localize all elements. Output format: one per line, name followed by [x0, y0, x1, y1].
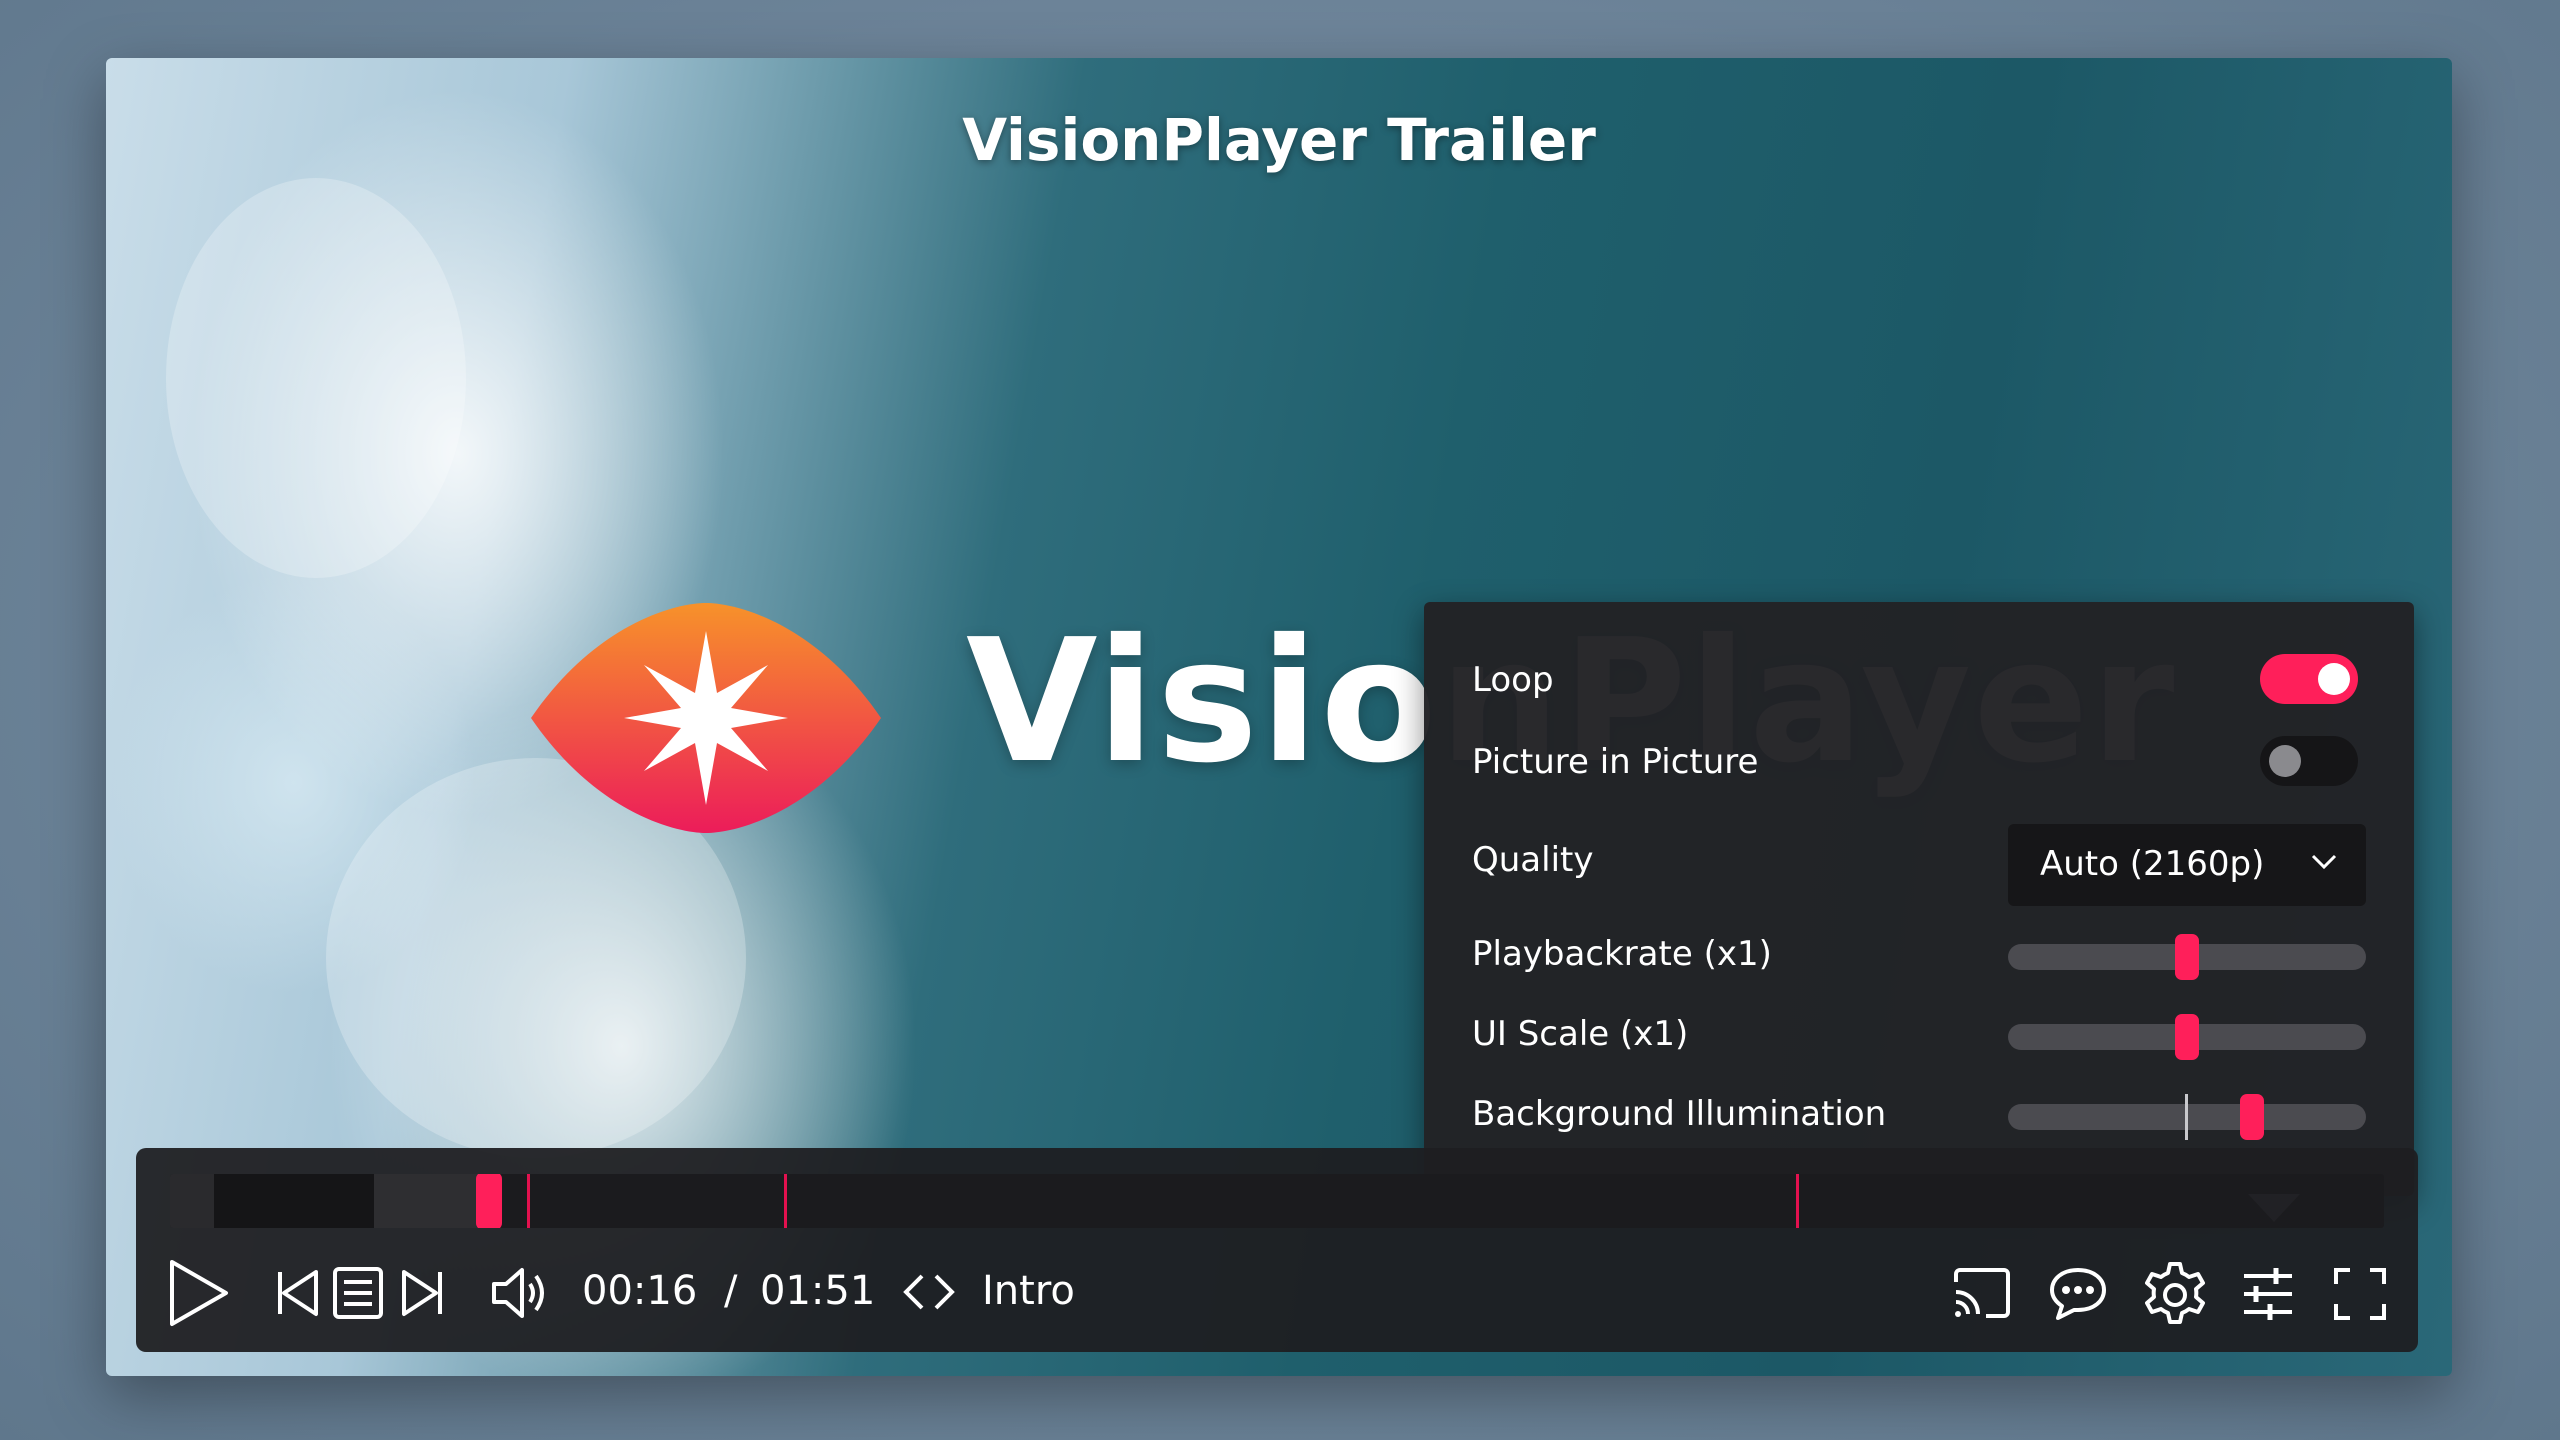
settings-icon[interactable]	[2140, 1260, 2210, 1330]
background-illumination-label: Background Illumination	[1472, 1094, 1887, 1134]
control-bar: 00:16 / 01:51 Intro	[136, 1148, 2418, 1352]
timeline-segment	[214, 1174, 374, 1228]
equalizer-icon[interactable]	[2240, 1266, 2296, 1322]
chapter-marker[interactable]	[784, 1174, 787, 1228]
cast-icon[interactable]	[1952, 1266, 2012, 1320]
subtitles-icon[interactable]	[2048, 1266, 2108, 1322]
timeline-buffered	[374, 1174, 484, 1228]
chapter-nav-icon[interactable]	[902, 1272, 956, 1312]
background-illumination-slider[interactable]	[2008, 1094, 2366, 1140]
slider-thumb[interactable]	[2240, 1094, 2264, 1140]
foam-decoration	[166, 178, 466, 578]
timeline-thumb[interactable]	[476, 1174, 502, 1228]
play-icon[interactable]	[166, 1258, 232, 1328]
visionplayer-logo	[526, 603, 886, 833]
next-chapter-icon[interactable]	[400, 1268, 444, 1318]
fullscreen-icon[interactable]	[2332, 1266, 2388, 1322]
timeline[interactable]	[170, 1174, 2384, 1228]
slider-default-tick	[2185, 1094, 2188, 1140]
toggle-knob	[2318, 663, 2350, 695]
chapter-name[interactable]: Intro	[982, 1268, 1075, 1314]
volume-icon[interactable]	[490, 1264, 552, 1322]
previous-chapter-icon[interactable]	[276, 1268, 320, 1318]
playbackrate-slider[interactable]	[2008, 934, 2366, 980]
quality-label: Quality	[1472, 840, 1594, 880]
ui-scale-slider[interactable]	[2008, 1014, 2366, 1060]
playbackrate-label: Playbackrate (x1)	[1472, 934, 1772, 974]
quality-select[interactable]: Auto (2160p)	[2008, 824, 2366, 906]
chapter-marker[interactable]	[1796, 1174, 1799, 1228]
pip-label: Picture in Picture	[1472, 742, 1759, 782]
time-separator: /	[724, 1268, 738, 1314]
ui-scale-label: UI Scale (x1)	[1472, 1014, 1689, 1054]
slider-thumb[interactable]	[2175, 934, 2199, 980]
quality-value: Auto (2160p)	[2040, 844, 2265, 884]
loop-toggle[interactable]	[2260, 654, 2358, 704]
timeline-played	[170, 1174, 214, 1228]
loop-label: Loop	[1472, 660, 1554, 700]
current-time: 00:16	[582, 1268, 698, 1314]
duration: 01:51	[760, 1268, 876, 1314]
chapters-list-icon[interactable]	[332, 1266, 384, 1320]
video-title: VisionPlayer Trailer	[962, 106, 1596, 174]
chapter-marker[interactable]	[527, 1174, 530, 1228]
video-player[interactable]: VisionPlayer Trailer VisionPlayer Loop P…	[106, 58, 2452, 1376]
settings-panel: Loop Picture in Picture Quality Auto (21…	[1424, 602, 2414, 1196]
slider-thumb[interactable]	[2175, 1014, 2199, 1060]
chevron-down-icon	[2310, 852, 2338, 876]
toggle-knob	[2269, 745, 2301, 777]
settings-pointer	[2248, 1194, 2300, 1222]
pip-toggle[interactable]	[2260, 736, 2358, 786]
